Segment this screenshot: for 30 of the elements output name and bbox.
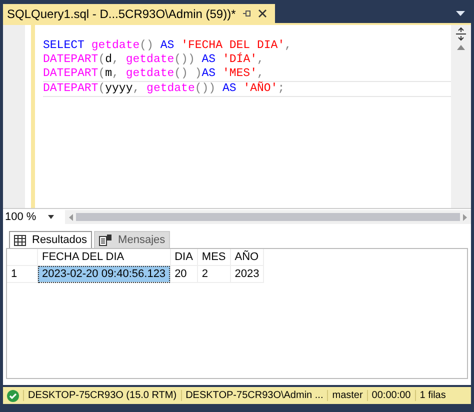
scroll-up-icon[interactable]: [457, 45, 465, 50]
results-tab[interactable]: Mensajes: [94, 231, 170, 248]
document-title: SQLQuery1.sql - D...5CR93O\Admin (59))*: [7, 6, 236, 20]
status-text: DESKTOP-75CR93O\Admin ...: [180, 390, 328, 401]
success-icon: [7, 390, 19, 402]
status-text: 1 filas: [414, 390, 450, 401]
pin-icon[interactable]: [242, 9, 252, 18]
close-icon[interactable]: [258, 9, 267, 18]
status-text: DESKTOP-75CR93O (15.0 RTM): [23, 390, 181, 401]
code-line: DATEPART(yyyy, getdate()) AS 'AÑO';: [43, 81, 451, 97]
column-header: MES: [197, 249, 230, 266]
table-cell[interactable]: 20: [170, 266, 198, 282]
caret-icon: [48, 215, 54, 219]
code-line: SELECT getdate() AS 'FECHA DEL DIA',: [43, 39, 292, 52]
table-cell[interactable]: 2023: [230, 266, 264, 282]
messages-icon: [99, 234, 112, 246]
grid-icon: [14, 234, 26, 246]
code-line: DATEPART(d, getdate()) AS 'DÍA',: [43, 53, 265, 67]
column-header: DIA: [170, 249, 198, 266]
dropdown-icon[interactable]: [456, 11, 465, 17]
column-header: AÑO: [230, 249, 264, 266]
table-cell[interactable]: 2023-02-20 09:40:56.123: [38, 266, 170, 282]
document-tab[interactable]: SQLQuery1.sql - D...5CR93O\Admin (59))*: [3, 4, 275, 23]
table-cell[interactable]: 2: [197, 266, 230, 282]
code-line: DATEPART(m, getdate() )AS 'MES',: [43, 67, 265, 81]
status-text: 00:00:00: [366, 390, 415, 401]
status-text: master: [327, 390, 367, 401]
results-tab[interactable]: Resultados: [9, 231, 92, 248]
scrollbar-thumb[interactable]: [76, 213, 460, 221]
split-icon[interactable]: [455, 27, 467, 41]
